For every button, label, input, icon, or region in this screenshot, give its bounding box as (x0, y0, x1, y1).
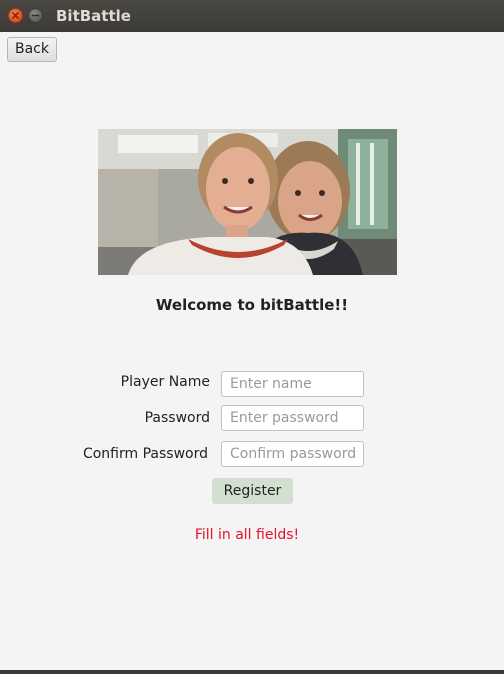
minimize-icon (31, 14, 40, 17)
error-message: Fill in all fields! (194, 527, 300, 543)
minimize-button[interactable] (28, 8, 43, 23)
confirm-password-label: Confirm Password (82, 446, 208, 462)
app-window: BitBattle Back Welcome to bitBattle!! Pl… (0, 0, 504, 674)
register-button[interactable]: Register (212, 478, 293, 504)
password-input[interactable] (221, 405, 364, 431)
player-name-input[interactable] (221, 371, 364, 397)
password-label: Password (144, 410, 210, 426)
main-content: Back Welcome to bitBattle!! Player Name … (0, 32, 504, 670)
close-button[interactable] (8, 8, 23, 23)
welcome-photo (98, 129, 397, 275)
player-name-label: Player Name (120, 374, 210, 390)
title-bar: BitBattle (0, 0, 504, 33)
window-title: BitBattle (56, 7, 131, 25)
close-icon (12, 12, 19, 19)
window-bottom-edge (0, 670, 504, 674)
welcome-heading: Welcome to bitBattle!! (155, 296, 349, 314)
confirm-password-input[interactable] (221, 441, 364, 467)
back-button[interactable]: Back (7, 37, 57, 62)
